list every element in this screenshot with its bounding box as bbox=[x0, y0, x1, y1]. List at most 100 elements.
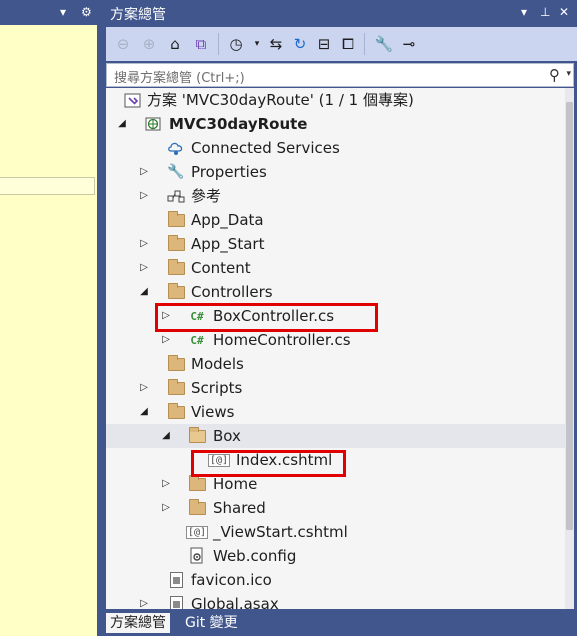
properties-wrench-icon[interactable]: 🔧 bbox=[373, 33, 395, 55]
tree-row-connected-services[interactable]: Connected Services bbox=[106, 136, 565, 160]
folder-icon bbox=[167, 282, 185, 301]
tree-label: App_Start bbox=[191, 235, 265, 253]
vs-switch-views-icon[interactable]: ⧉ bbox=[190, 33, 212, 55]
refresh-icon[interactable]: ↻ bbox=[289, 33, 311, 55]
highlight-box-boxcontroller bbox=[155, 303, 378, 332]
explorer-bottom-tabs: 方案總管 Git 變更 bbox=[97, 609, 577, 636]
explorer-title-bar: 方案總管 ▾ ⊥ ✕ bbox=[97, 0, 577, 25]
collapse-arrow-icon[interactable]: ◢ bbox=[160, 424, 172, 448]
folder-icon bbox=[167, 258, 185, 277]
expand-arrow-icon[interactable]: ▷ bbox=[160, 496, 172, 520]
folder-icon bbox=[167, 234, 185, 253]
close-icon[interactable]: ✕ bbox=[559, 4, 569, 20]
icon-file-icon bbox=[167, 571, 185, 589]
tab-git-changes[interactable]: Git 變更 bbox=[181, 613, 242, 633]
explorer-search[interactable]: 搜尋方案總管 (Ctrl+;) ⚲ ▾ bbox=[106, 63, 574, 87]
tree-label: HomeController.cs bbox=[213, 331, 351, 349]
toolbar-separator bbox=[218, 33, 219, 55]
tree-label: _ViewStart.cshtml bbox=[213, 523, 348, 541]
tree-row-app-start[interactable]: ▷ App_Start bbox=[106, 232, 565, 256]
tree-row-global-asax[interactable]: ▷ Global.asax bbox=[106, 592, 565, 609]
expand-arrow-icon[interactable]: ▷ bbox=[138, 592, 150, 609]
search-icon[interactable]: ⚲ bbox=[549, 66, 560, 84]
history-icon[interactable]: ◷ bbox=[225, 33, 247, 55]
tree-row-project[interactable]: ◢ MVC30dayRoute bbox=[106, 112, 565, 136]
tree-label: Views bbox=[191, 403, 235, 421]
csharp-file-icon: C# bbox=[190, 333, 204, 347]
sync-icon[interactable]: ⇆ bbox=[265, 33, 287, 55]
tree-label: Web.config bbox=[213, 547, 297, 565]
tree-row-favicon[interactable]: favicon.ico bbox=[106, 568, 565, 592]
expand-arrow-icon[interactable]: ▷ bbox=[138, 184, 150, 208]
tree-label: 方案 'MVC30dayRoute' (1 / 1 個專案) bbox=[147, 91, 414, 109]
tree-label: App_Data bbox=[191, 211, 264, 229]
tree-label: Global.asax bbox=[191, 595, 279, 609]
tree-label: Properties bbox=[191, 163, 267, 181]
tree-label: Models bbox=[191, 355, 244, 373]
highlight-box-index-cshtml bbox=[191, 450, 346, 477]
tree-row-views[interactable]: ◢ Views bbox=[106, 400, 565, 424]
show-all-files-icon[interactable]: ⧠ bbox=[337, 33, 359, 55]
scrollbar-thumb[interactable] bbox=[566, 102, 573, 530]
tree-row-box[interactable]: ◢ Box bbox=[106, 424, 565, 448]
expand-arrow-icon[interactable]: ▷ bbox=[138, 160, 150, 184]
preview-icon[interactable]: ⊸ bbox=[398, 33, 420, 55]
asax-file-icon bbox=[167, 595, 185, 609]
tree-row-shared[interactable]: ▷ Shared bbox=[106, 496, 565, 520]
tree-label: Shared bbox=[213, 499, 266, 517]
pin-icon[interactable]: ⊥ bbox=[540, 4, 550, 20]
search-input[interactable]: 搜尋方案總管 (Ctrl+;) bbox=[114, 67, 245, 86]
folder-icon bbox=[167, 354, 185, 373]
folder-icon bbox=[188, 498, 206, 517]
left-panel: ▾ ⚙ bbox=[0, 0, 97, 636]
web-project-icon bbox=[144, 115, 162, 133]
tree-label: Box bbox=[213, 427, 241, 445]
solution-icon bbox=[123, 91, 141, 109]
home-icon[interactable]: ⌂ bbox=[164, 33, 186, 55]
collapse-arrow-icon[interactable]: ◢ bbox=[116, 112, 128, 136]
tree-row-references[interactable]: ▷ 參考 bbox=[106, 184, 565, 208]
tree-row-content[interactable]: ▷ Content bbox=[106, 256, 565, 280]
tree-row-models[interactable]: Models bbox=[106, 352, 565, 376]
tree-row-solution[interactable]: 方案 'MVC30dayRoute' (1 / 1 個專案) bbox=[106, 88, 565, 112]
tree-row-properties[interactable]: ▷ 🔧 Properties bbox=[106, 160, 565, 184]
solution-tree: 方案 'MVC30dayRoute' (1 / 1 個專案) ◢ MVC30da… bbox=[106, 88, 574, 609]
wrench-icon: 🔧 bbox=[167, 164, 185, 180]
forward-icon[interactable]: ⊕ bbox=[138, 33, 160, 55]
references-icon bbox=[167, 187, 185, 205]
left-panel-field[interactable] bbox=[0, 177, 95, 195]
expand-arrow-icon[interactable]: ▷ bbox=[160, 472, 172, 496]
gear-icon[interactable]: ⚙ bbox=[81, 4, 92, 20]
expand-arrow-icon[interactable]: ▷ bbox=[138, 376, 150, 400]
explorer-toolbar: ⊖ ⊕ ⌂ ⧉ ◷ ▾ ⇆ ↻ ⊟ ⧠ 🔧 ⊸ bbox=[106, 27, 577, 61]
folder-icon bbox=[167, 210, 185, 229]
folder-icon bbox=[167, 378, 185, 397]
vertical-scrollbar[interactable] bbox=[565, 88, 574, 609]
tree-label: Scripts bbox=[191, 379, 243, 397]
explorer-title: 方案總管 bbox=[110, 7, 166, 23]
folder-icon bbox=[167, 402, 185, 421]
collapse-arrow-icon[interactable]: ◢ bbox=[138, 400, 150, 424]
expand-arrow-icon[interactable]: ▷ bbox=[138, 232, 150, 256]
chevron-down-icon[interactable]: ▾ bbox=[521, 4, 527, 20]
tree-row-viewstart[interactable]: [@] _ViewStart.cshtml bbox=[106, 520, 565, 544]
tree-row-controllers[interactable]: ◢ Controllers bbox=[106, 280, 565, 304]
folder-open-icon bbox=[188, 426, 206, 445]
tree-label: 參考 bbox=[191, 187, 222, 205]
tree-row-web-config[interactable]: Web.config bbox=[106, 544, 565, 568]
connected-services-icon bbox=[167, 139, 185, 157]
tree-label: Home bbox=[213, 475, 258, 493]
tree-label: Controllers bbox=[191, 283, 273, 301]
toolbar-separator bbox=[364, 33, 365, 55]
back-icon[interactable]: ⊖ bbox=[112, 33, 134, 55]
tree-label: Connected Services bbox=[191, 139, 340, 157]
collapse-arrow-icon[interactable]: ◢ bbox=[138, 280, 150, 304]
tab-solution-explorer[interactable]: 方案總管 bbox=[106, 613, 170, 633]
tree-label: favicon.ico bbox=[191, 571, 272, 589]
tree-row-scripts[interactable]: ▷ Scripts bbox=[106, 376, 565, 400]
expand-arrow-icon[interactable]: ▷ bbox=[138, 256, 150, 280]
collapse-all-icon[interactable]: ⊟ bbox=[313, 33, 335, 55]
chevron-down-icon[interactable]: ▾ bbox=[566, 69, 571, 79]
chevron-down-icon[interactable]: ▾ bbox=[60, 4, 66, 20]
tree-row-app-data[interactable]: App_Data bbox=[106, 208, 565, 232]
